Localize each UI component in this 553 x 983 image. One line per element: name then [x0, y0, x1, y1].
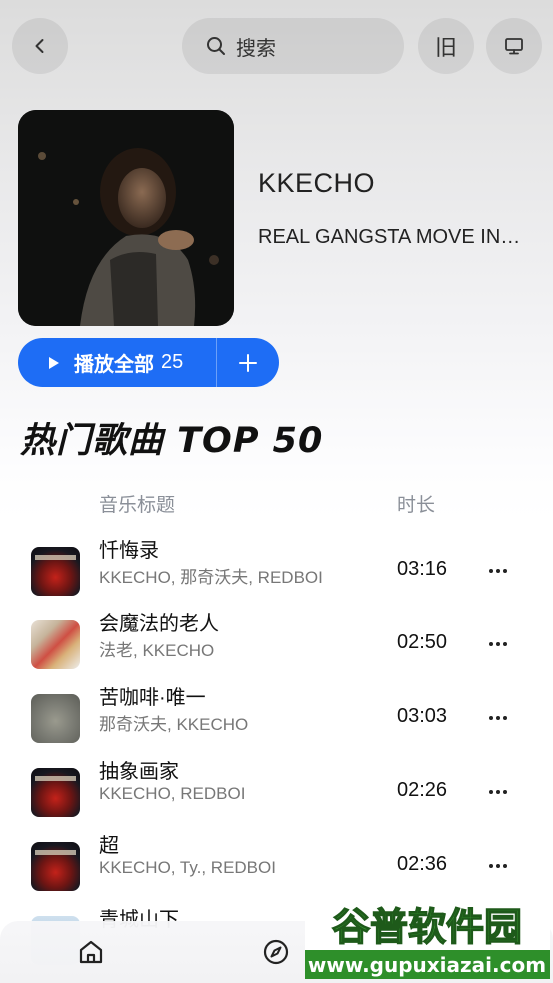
play-icon — [49, 356, 59, 369]
more-icon — [489, 569, 507, 573]
song-thumbnail — [31, 620, 80, 669]
song-name: 超 — [99, 835, 119, 857]
chevron-left-icon — [35, 39, 44, 53]
album-cover[interactable] — [18, 110, 234, 326]
compass-icon — [263, 939, 289, 965]
more-icon — [489, 790, 507, 794]
play-all-count: 25 — [161, 351, 184, 373]
song-row[interactable]: 抽象画家 KKECHO, REDBOI 02:26 — [0, 761, 553, 838]
home-icon — [79, 940, 103, 964]
watermark-title: 谷普软件园 — [332, 905, 522, 949]
tab-discover[interactable] — [262, 938, 290, 971]
song-duration: 02:50 — [397, 631, 448, 653]
song-artists: KKECHO, Ty., REDBOI — [99, 858, 276, 877]
song-row[interactable]: 会魔法的老人 法老, KKECHO 02:50 — [0, 613, 553, 690]
song-artists: 那奇沃夫, KKECHO — [99, 715, 249, 734]
more-button[interactable] — [483, 852, 513, 880]
song-thumbnail — [31, 694, 80, 743]
song-duration: 03:16 — [397, 558, 448, 580]
more-button[interactable] — [483, 778, 513, 806]
more-button[interactable] — [483, 704, 513, 732]
song-thumbnail — [31, 547, 80, 596]
watermark-url: www.gupuxiazai.com — [308, 953, 546, 977]
search-icon — [207, 37, 225, 55]
old-version-button[interactable]: 旧 — [418, 18, 474, 74]
song-name: 忏悔录 — [99, 540, 159, 562]
song-row[interactable]: 忏悔录 KKECHO, 那奇沃夫, REDBOI 03:16 — [0, 540, 553, 617]
watermark-logo: 谷普软件园 www.gupuxiazai.com — [305, 896, 550, 979]
song-duration: 03:03 — [397, 705, 448, 727]
screen-button[interactable] — [486, 18, 542, 74]
more-icon — [489, 864, 507, 868]
more-button[interactable] — [483, 557, 513, 585]
song-duration: 02:36 — [397, 853, 448, 875]
section-title: 热门歌曲 TOP 50 — [20, 421, 324, 461]
artist-name[interactable]: KKECHO — [258, 168, 375, 199]
search-box[interactable]: 搜索 — [182, 18, 404, 74]
more-icon — [489, 716, 507, 720]
album-cover-art — [18, 110, 234, 326]
tab-home[interactable] — [77, 938, 105, 971]
song-artists: 法老, KKECHO — [99, 641, 215, 660]
play-bar: 播放全部 25 — [18, 338, 279, 387]
song-artists: KKECHO, REDBOI — [99, 784, 246, 803]
plus-icon — [239, 353, 257, 372]
song-name: 抽象画家 — [99, 761, 179, 783]
top-bar: 搜索 旧 — [0, 18, 553, 74]
song-name: 会魔法的老人 — [99, 613, 219, 635]
column-header-duration: 时长 — [397, 495, 436, 516]
add-all-button[interactable] — [217, 338, 279, 387]
song-thumbnail — [31, 768, 80, 817]
column-header-title: 音乐标题 — [99, 495, 176, 516]
album-title: REAL GANGSTA MOVE IN… — [258, 226, 521, 248]
search-label: 搜索 — [236, 37, 276, 60]
play-all-label: 播放全部 — [74, 354, 154, 376]
song-row[interactable]: 苦咖啡·唯一 那奇沃夫, KKECHO 03:03 — [0, 687, 553, 764]
more-icon — [489, 642, 507, 646]
song-thumbnail — [31, 842, 80, 891]
play-all-button[interactable]: 播放全部 25 — [18, 338, 216, 387]
song-artists: KKECHO, 那奇沃夫, REDBOI — [99, 568, 323, 587]
song-name: 苦咖啡·唯一 — [99, 687, 206, 709]
song-duration: 02:26 — [397, 779, 448, 801]
more-button[interactable] — [483, 630, 513, 658]
monitor-icon — [505, 38, 523, 55]
back-button[interactable] — [12, 18, 68, 74]
